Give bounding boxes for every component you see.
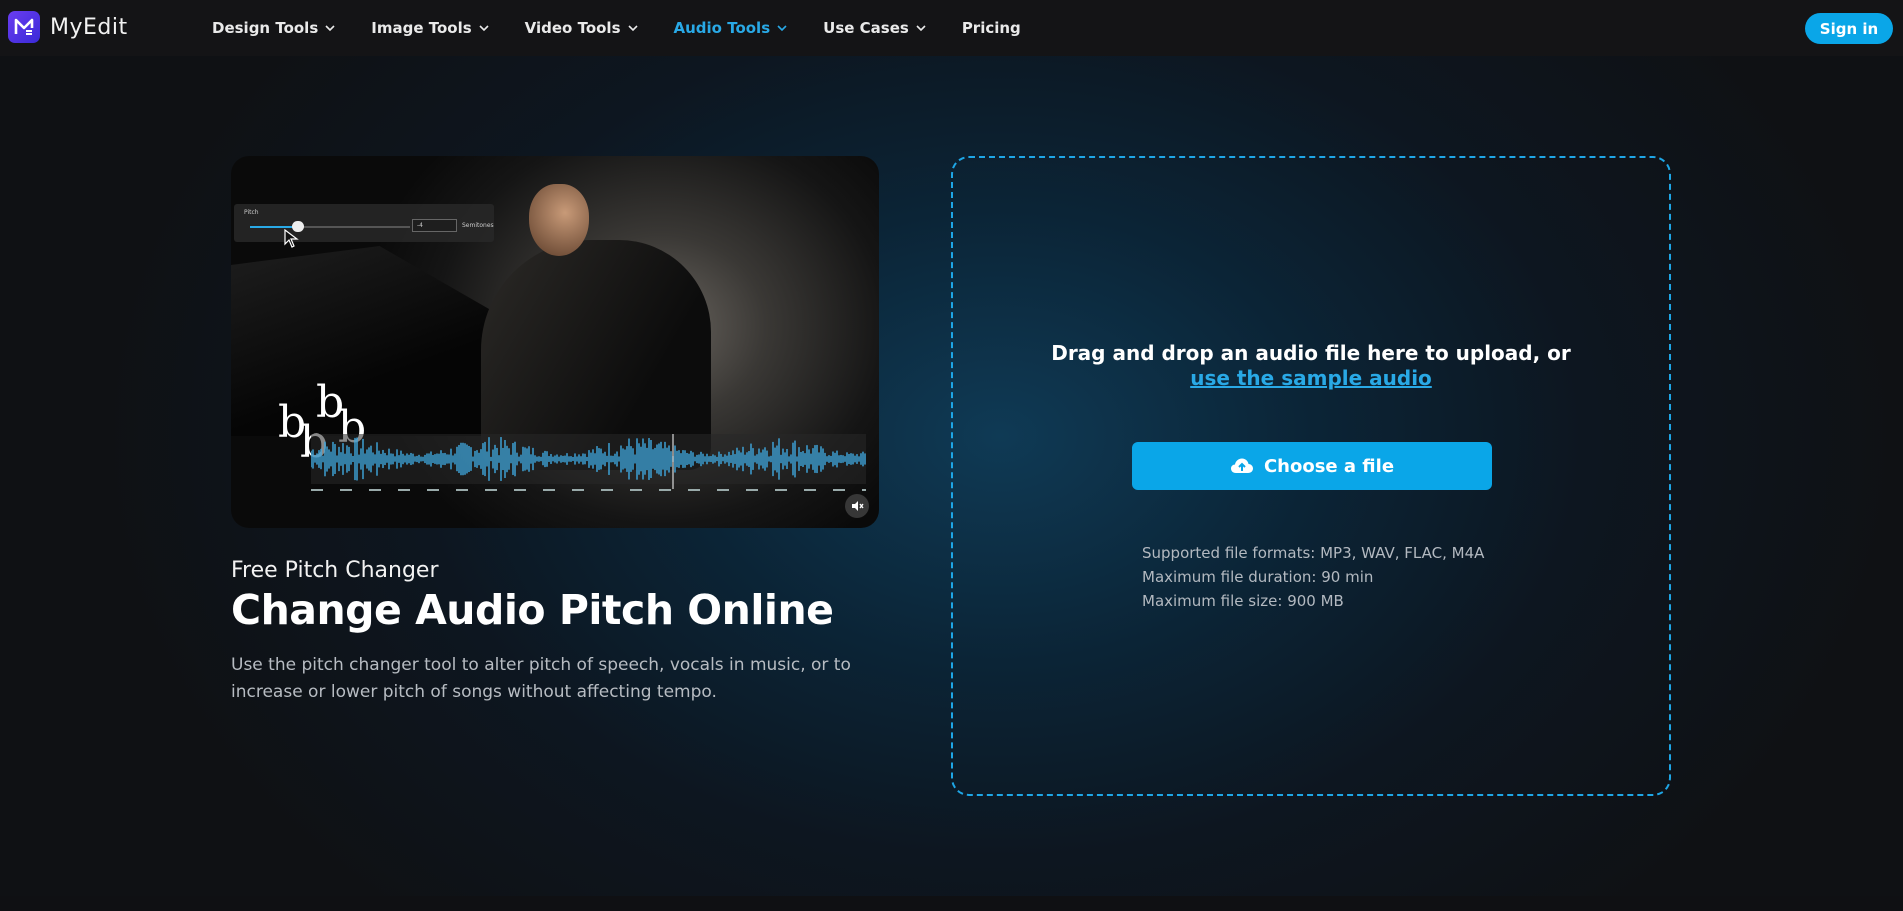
- sample-audio-link[interactable]: use the sample audio: [1190, 366, 1432, 390]
- page-title: Change Audio Pitch Online: [231, 586, 834, 634]
- brand-logo[interactable]: MyEdit: [8, 11, 128, 43]
- supported-formats: Supported file formats: MP3, WAV, FLAC, …: [1142, 544, 1485, 562]
- timeline-tick: [630, 489, 642, 491]
- mute-icon: [852, 501, 864, 511]
- menu-label: Audio Tools: [673, 19, 771, 37]
- top-nav: MyEdit Design Tools Image Tools Video To…: [0, 0, 1903, 56]
- pitch-control-panel: Pitch -4 Semitones: [234, 204, 494, 242]
- cloud-upload-icon: [1230, 458, 1253, 473]
- timeline-tick: [862, 489, 866, 491]
- main-menu: Design Tools Image Tools Video Tools Aud…: [212, 0, 1057, 56]
- pitch-label: Pitch: [244, 209, 259, 216]
- chevron-down-icon: [325, 25, 335, 32]
- timeline-tick: [601, 489, 613, 491]
- drop-instructions: Drag and drop an audio file here to uplo…: [953, 341, 1669, 391]
- sign-in-button[interactable]: Sign in: [1805, 13, 1893, 44]
- pitch-value-field: -4: [412, 219, 457, 232]
- timeline-tick: [659, 489, 671, 491]
- timeline-tick: [717, 489, 729, 491]
- timeline-tick: [340, 489, 352, 491]
- timeline-tick: [311, 489, 323, 491]
- menu-use-cases[interactable]: Use Cases: [823, 19, 926, 37]
- pitch-slider: [250, 221, 410, 232]
- pitch-unit-label: Semitones: [462, 222, 494, 229]
- upload-requirements: Supported file formats: MP3, WAV, FLAC, …: [1142, 541, 1484, 613]
- timeline-tick: [688, 489, 700, 491]
- menu-pricing[interactable]: Pricing: [962, 19, 1021, 37]
- max-size: Maximum file size: 900 MB: [1142, 592, 1344, 610]
- cursor-icon: [284, 229, 299, 248]
- brand-name: MyEdit: [50, 14, 128, 40]
- choose-file-label: Choose a file: [1263, 455, 1395, 477]
- max-duration: Maximum file duration: 90 min: [1142, 568, 1374, 586]
- pitch-slider-fill: [250, 226, 298, 228]
- timeline-tick: [543, 489, 555, 491]
- timeline-tick: [485, 489, 497, 491]
- timeline-tick: [398, 489, 410, 491]
- demo-video[interactable]: Pitch -4 Semitones b b b b: [231, 156, 879, 528]
- upload-dropzone[interactable]: Drag and drop an audio file here to uplo…: [951, 156, 1671, 796]
- chevron-down-icon: [627, 25, 638, 32]
- chevron-down-icon: [777, 25, 787, 32]
- audio-waveform: [311, 434, 866, 491]
- timeline-tick: [514, 489, 526, 491]
- timeline-tick: [456, 489, 468, 491]
- hero-subtitle: Free Pitch Changer: [231, 558, 439, 583]
- menu-label: Video Tools: [524, 19, 621, 37]
- chevron-down-icon: [479, 25, 489, 32]
- timeline-tick: [833, 489, 845, 491]
- drop-prompt: Drag and drop an audio file here to uplo…: [1051, 341, 1571, 365]
- timeline-tick: [746, 489, 758, 491]
- timeline-tick: [804, 489, 816, 491]
- choose-file-button[interactable]: Choose a file: [1132, 442, 1492, 490]
- timeline-tick: [369, 489, 381, 491]
- menu-image-tools[interactable]: Image Tools: [371, 19, 489, 37]
- pianist-head-image: [529, 184, 589, 256]
- menu-video-tools[interactable]: Video Tools: [525, 19, 638, 37]
- myedit-logo-icon: [8, 11, 40, 43]
- timeline-tick: [427, 489, 439, 491]
- menu-label: Pricing: [961, 19, 1021, 37]
- menu-label: Image Tools: [371, 19, 472, 37]
- chevron-down-icon: [916, 25, 926, 32]
- timeline-tick: [775, 489, 787, 491]
- menu-label: Use Cases: [823, 19, 909, 37]
- menu-audio-tools[interactable]: Audio Tools: [674, 19, 788, 37]
- menu-label: Design Tools: [212, 19, 319, 37]
- menu-design-tools[interactable]: Design Tools: [212, 19, 335, 37]
- hero-description: Use the pitch changer tool to alter pitc…: [231, 655, 851, 702]
- mute-button[interactable]: [845, 494, 869, 518]
- timeline-tick: [572, 489, 584, 491]
